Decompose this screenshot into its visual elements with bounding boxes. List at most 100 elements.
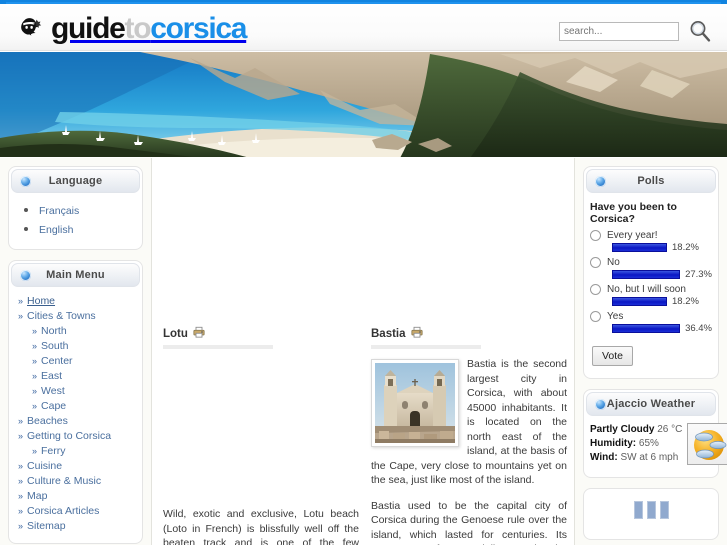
article-grid: Lotu Wild, exotic and exclusive, Lotu be… [153, 158, 574, 545]
logo-text-to: to [124, 12, 152, 45]
blue-orb-icon [20, 270, 31, 281]
sidebar-item-label: Cities & Towns [27, 309, 96, 322]
list-item: » Center [9, 353, 142, 368]
sidebar-item-home[interactable]: » Home [9, 293, 142, 308]
sidebar-item-label: Cape [41, 399, 67, 412]
printer-icon[interactable] [193, 326, 205, 341]
sidebar-item-label: East [41, 369, 63, 382]
sidebar-item-north[interactable]: » North [9, 323, 142, 338]
poll-radio-row[interactable]: No, but I will soon [590, 284, 712, 295]
moors-head-icon [16, 14, 46, 44]
radio-button-icon[interactable] [590, 257, 601, 268]
sidebar-item-center[interactable]: » Center [9, 353, 142, 368]
weather-humidity-line: Humidity: 65% [590, 437, 682, 451]
module-language-header: Language [11, 169, 140, 193]
sidebar-item-corsica-articles[interactable]: » Corsica Articles [9, 503, 142, 518]
main-content: Lotu Wild, exotic and exclusive, Lotu be… [153, 158, 574, 545]
site-logo[interactable]: guidetocorsica [16, 12, 248, 45]
search-area [559, 18, 713, 44]
loading-bars-icon [584, 489, 718, 533]
chevron-right-icon: » [32, 445, 37, 456]
poll-option-no: No 27.3% [584, 257, 718, 280]
sidebar-item-label: Beaches [27, 414, 68, 427]
list-item: » Cities & Towns [9, 308, 142, 323]
module-polls-title: Polls [637, 175, 665, 187]
poll-radio-row[interactable]: Yes [590, 311, 712, 322]
poll-option-label: Yes [607, 311, 624, 322]
poll-option-label: No, but I will soon [607, 284, 686, 295]
sidebar-item-west[interactable]: » West [9, 383, 142, 398]
poll-radio-row[interactable]: Every year! [590, 230, 712, 241]
poll-bar-row: 36.4% [612, 323, 712, 334]
module-weather-title: Ajaccio Weather [606, 398, 696, 410]
weather-body: Partly Cloudy 26 °C Humidity: 65% Wind: … [584, 418, 727, 467]
radio-button-icon[interactable] [590, 284, 601, 295]
article-lotu-divider [163, 345, 273, 349]
article-bastia-title-row: Bastia [371, 326, 567, 341]
page-root: guidetocorsica search... Language • Fran… [0, 0, 727, 545]
poll-bar-row: 18.2% [612, 296, 712, 307]
poll-bar [612, 297, 667, 306]
poll-radio-row[interactable]: No [590, 257, 712, 268]
sidebar-item-cuisine[interactable]: » Cuisine [9, 458, 142, 473]
poll-percent: 36.4% [685, 323, 712, 334]
chevron-right-icon: » [18, 310, 23, 321]
list-item: » East [9, 368, 142, 383]
vote-button[interactable]: Vote [592, 346, 634, 366]
blue-orb-icon [595, 399, 606, 410]
poll-percent: 27.3% [685, 269, 712, 280]
poll-option-no-but-soon: No, but I will soon 18.2% [584, 284, 718, 307]
sidebar-item-cities-and-towns[interactable]: » Cities & Towns [9, 308, 142, 323]
sidebar-item-cape[interactable]: » Cape [9, 398, 142, 413]
sidebar-item-map[interactable]: » Map [9, 488, 142, 503]
sidebar-item-ferry[interactable]: » Ferry [9, 443, 142, 458]
search-icon [687, 21, 713, 47]
sidebar-item-label: Home [27, 294, 56, 307]
sidebar-item-beaches[interactable]: » Beaches [9, 413, 142, 428]
sidebar-item-culture-and-music[interactable]: » Culture & Music [9, 473, 142, 488]
list-item: English [39, 220, 142, 238]
search-input[interactable] [559, 21, 679, 41]
weather-readings: Partly Cloudy 26 °C Humidity: 65% Wind: … [590, 423, 682, 465]
printer-icon[interactable] [410, 326, 423, 341]
sidebar-item-east[interactable]: » East [9, 368, 142, 383]
sidebar-item-sitemap[interactable]: » Sitemap [9, 518, 142, 533]
sidebar-item-south[interactable]: » South [9, 338, 142, 353]
weather-condition-line: Partly Cloudy 26 °C [590, 423, 682, 437]
language-item-english[interactable]: English [39, 224, 73, 236]
poll-question: Have you been to Corsica? [590, 201, 677, 225]
weather-humidity-value: 65% [638, 438, 659, 449]
chevron-right-icon: » [32, 340, 37, 351]
sidebar-item-getting-to-corsica[interactable]: » Getting to Corsica [9, 428, 142, 443]
language-item-francais[interactable]: Français [39, 205, 79, 217]
left-sidebar: Language Français English Main Menu » Hom… [0, 158, 152, 545]
article-bastia-thumbnail[interactable] [371, 359, 459, 447]
site-header: guidetocorsica [0, 4, 727, 51]
language-list: Français English [9, 201, 142, 238]
sidebar-item-label: Culture & Music [27, 474, 102, 487]
radio-button-icon[interactable] [590, 311, 601, 322]
loading-bar [659, 501, 669, 519]
sidebar-item-label: Cuisine [27, 459, 63, 472]
blue-orb-icon [595, 176, 606, 187]
poll-option-every-year: Every year! 18.2% [584, 230, 718, 253]
list-item: » South [9, 338, 142, 353]
chevron-right-icon: » [32, 400, 37, 411]
sidebar-item-label: Sitemap [27, 519, 66, 532]
list-item: » Home [9, 293, 142, 308]
search-button[interactable] [687, 18, 713, 44]
poll-percent: 18.2% [672, 242, 699, 253]
module-main-menu: Main Menu » Home » Cities & Towns » North »… [8, 260, 143, 544]
chevron-right-icon: » [32, 370, 37, 381]
article-bastia-divider [371, 345, 481, 349]
chevron-right-icon: » [32, 355, 37, 366]
chevron-right-icon: » [18, 430, 23, 441]
poll-bar [612, 324, 681, 333]
weather-temperature: 26 °C [657, 424, 683, 435]
radio-button-icon[interactable] [590, 230, 601, 241]
article-bastia: Bastia Bastia is the second largest city… [371, 326, 567, 545]
loading-bar [633, 501, 643, 519]
logo-wordmark: guidetocorsica [51, 12, 248, 45]
blue-orb-icon [20, 176, 31, 187]
module-main-menu-header: Main Menu [11, 263, 140, 287]
